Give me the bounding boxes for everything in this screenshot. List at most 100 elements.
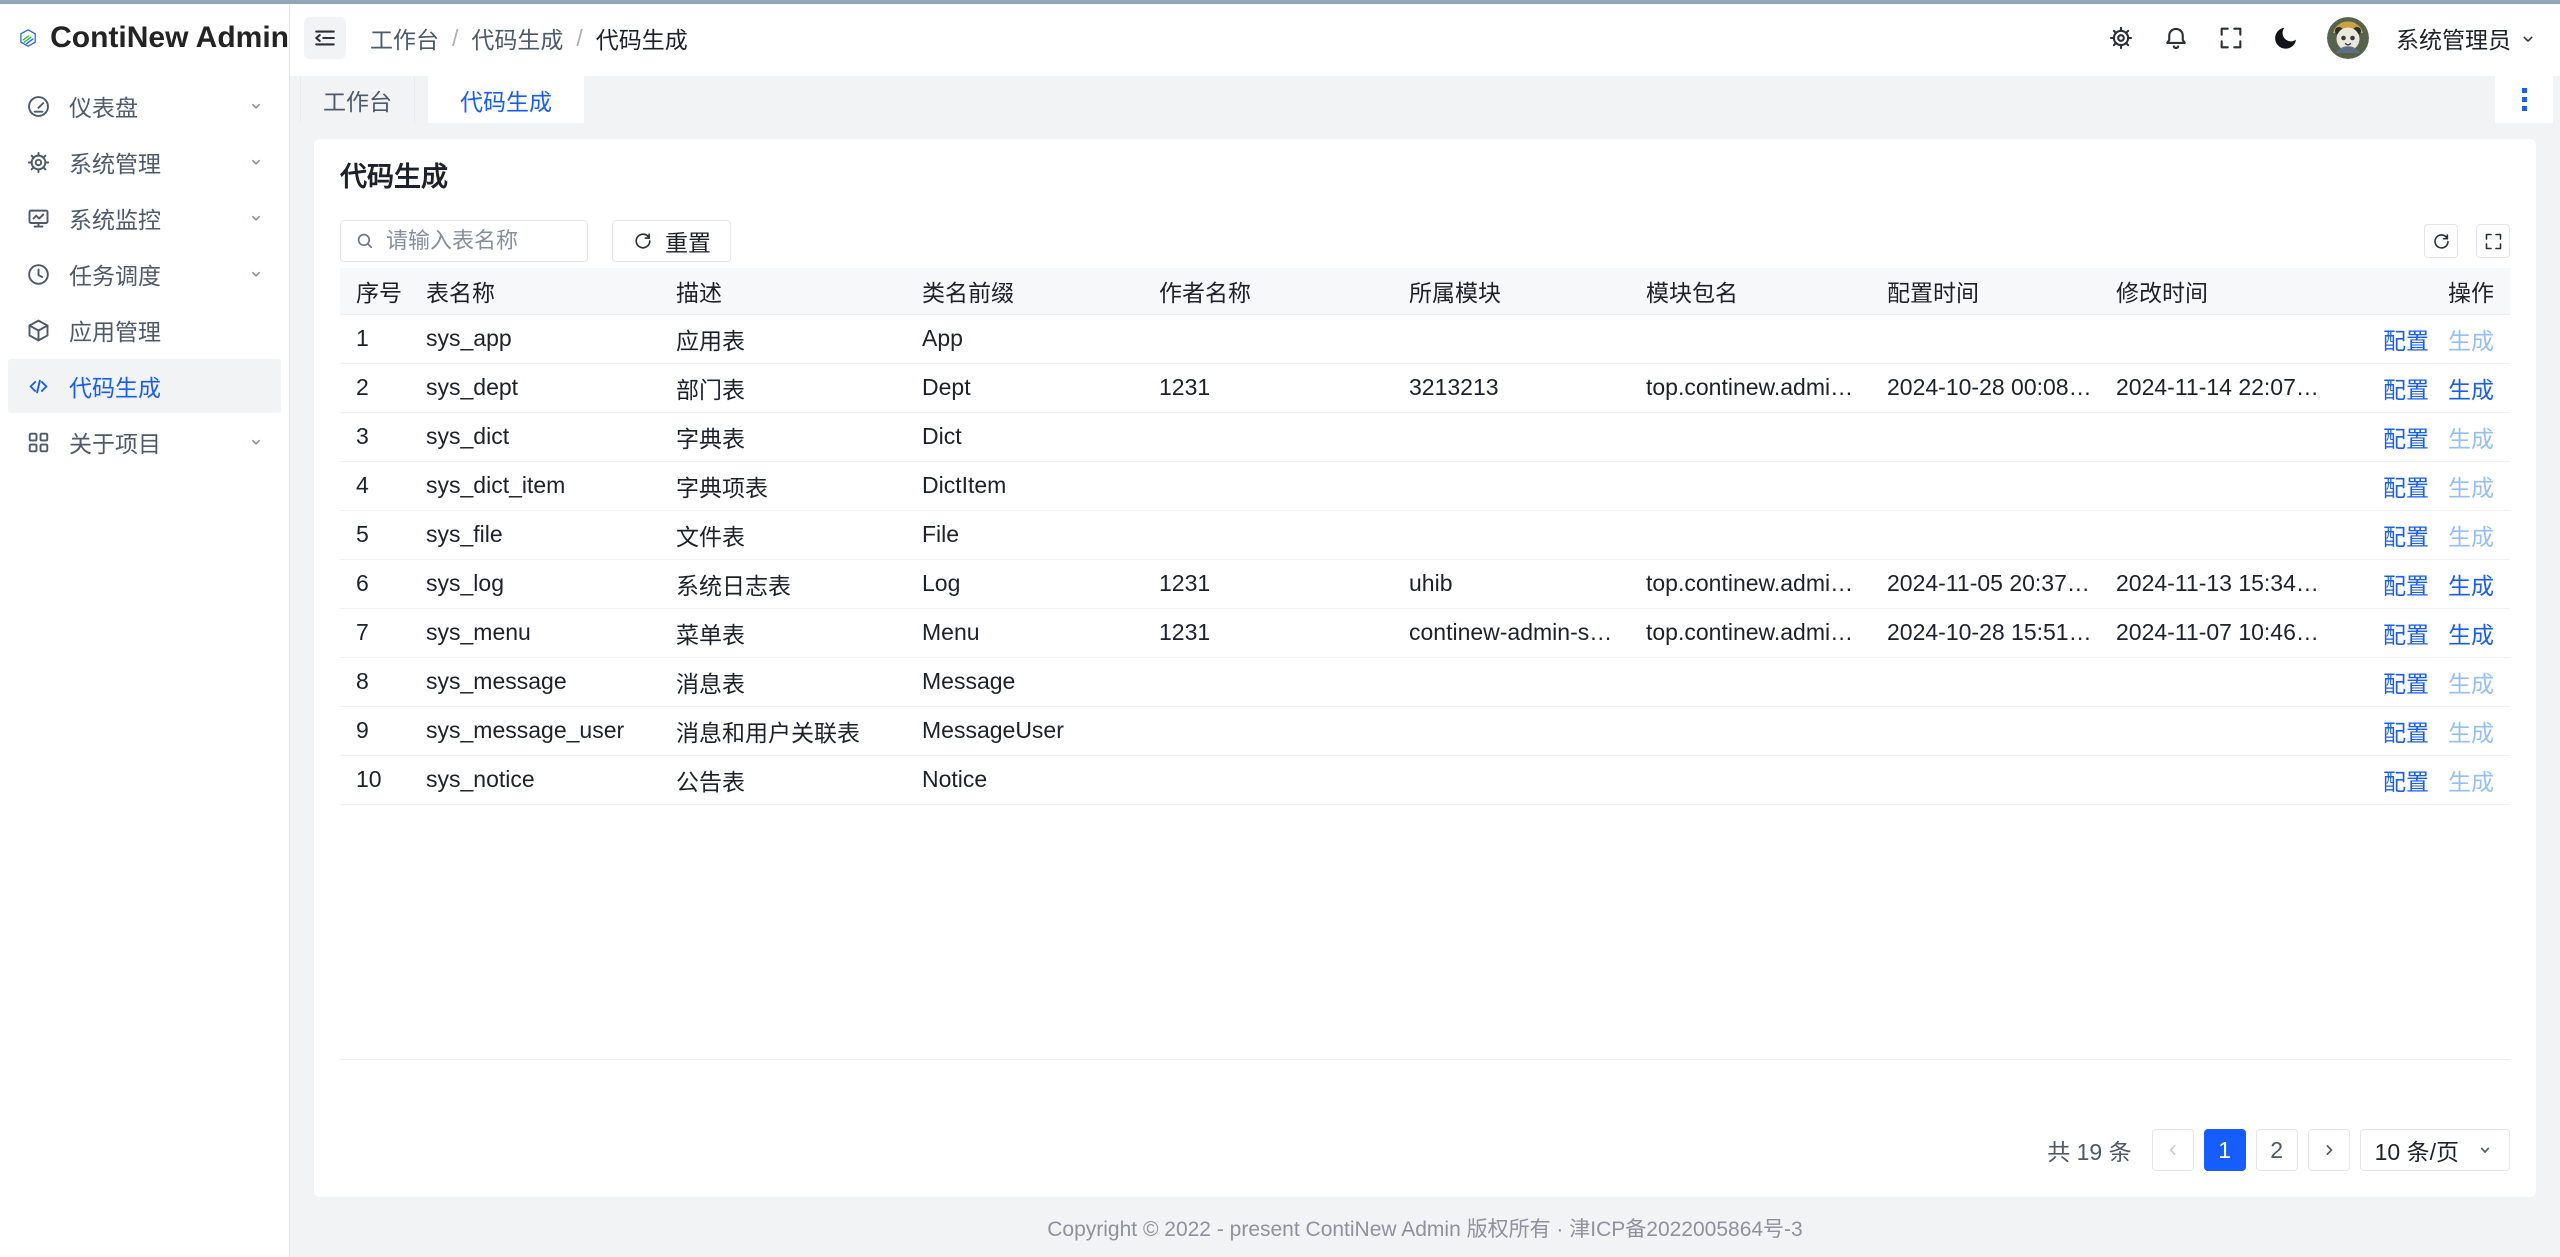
avatar[interactable] [2327, 17, 2369, 59]
app-logo[interactable]: ContiNew Admin [0, 0, 289, 76]
generate-link[interactable]: 生成 [2448, 573, 2494, 599]
cell-config_time [1871, 755, 2100, 804]
config-link[interactable]: 配置 [2383, 426, 2429, 452]
more-vertical-icon [2522, 88, 2527, 93]
content-area: 代码生成 重置 [290, 123, 2560, 1199]
sidebar-collapse-button[interactable] [304, 17, 346, 59]
generate-link[interactable]: 生成 [2448, 328, 2494, 354]
bell-icon[interactable] [2162, 24, 2190, 52]
breadcrumb-separator: / [452, 25, 458, 52]
cell-no: 9 [340, 706, 410, 755]
table-row: 2sys_dept部门表Dept12313213213top.continew.… [340, 363, 2510, 412]
fullscreen-table-button[interactable] [2476, 224, 2510, 258]
cell-desc: 消息和用户关联表 [660, 706, 906, 755]
cell-author [1143, 314, 1393, 363]
config-link[interactable]: 配置 [2383, 475, 2429, 501]
generate-link[interactable]: 生成 [2448, 622, 2494, 648]
chevron-down-icon [245, 151, 267, 173]
settings-icon[interactable] [2107, 24, 2135, 52]
user-menu[interactable]: 系统管理员 [2396, 21, 2538, 55]
table-row: 8sys_message消息表Message配置生成 [340, 657, 2510, 706]
cell-author [1143, 755, 1393, 804]
config-link[interactable]: 配置 [2383, 377, 2429, 403]
sidebar-item-task-schedule[interactable]: 任务调度 [8, 247, 281, 301]
chevron-right-icon [2319, 1140, 2339, 1160]
page-button-1[interactable]: 1 [2204, 1129, 2246, 1171]
config-link[interactable]: 配置 [2383, 573, 2429, 599]
generate-link[interactable]: 生成 [2448, 720, 2494, 746]
cell-config_time [1871, 657, 2100, 706]
column-header-desc: 描述 [660, 268, 906, 314]
cell-package: top.continew.admin.g... [1630, 363, 1871, 412]
sidebar-item-code-generation[interactable]: 代码生成 [8, 359, 281, 413]
breadcrumb-item[interactable]: 代码生成 [471, 21, 563, 55]
cell-no: 2 [340, 363, 410, 412]
sidebar-item-label: 仪表盘 [69, 89, 245, 123]
breadcrumb-item[interactable]: 工作台 [370, 21, 439, 55]
dark-mode-moon-icon[interactable] [2272, 24, 2300, 52]
search-input[interactable] [386, 228, 574, 254]
cell-package [1630, 461, 1871, 510]
sidebar-item-system-management[interactable]: 系统管理 [8, 135, 281, 189]
refresh-table-button[interactable] [2424, 224, 2458, 258]
cell-name: sys_file [410, 510, 660, 559]
generate-link[interactable]: 生成 [2448, 377, 2494, 403]
sidebar-item-dashboard[interactable]: 仪表盘 [8, 79, 281, 133]
cell-package [1630, 314, 1871, 363]
window-top-edge [0, 0, 2560, 4]
table-name-search[interactable] [340, 220, 588, 262]
table-header-row: 序号表名称描述类名前缀作者名称所属模块模块包名配置时间修改时间操作 [340, 268, 2510, 314]
cell-desc: 消息表 [660, 657, 906, 706]
cell-desc: 应用表 [660, 314, 906, 363]
cell-prefix: App [906, 314, 1143, 363]
sidebar-item-label: 关于项目 [69, 425, 245, 459]
config-link[interactable]: 配置 [2383, 671, 2429, 697]
chevron-left-icon [2163, 1140, 2183, 1160]
sidebar-item-label: 系统管理 [69, 145, 245, 179]
sidebar-item-system-monitor[interactable]: 系统监控 [8, 191, 281, 245]
cell-config_time [1871, 412, 2100, 461]
cell-module: uhib [1393, 559, 1630, 608]
config-link[interactable]: 配置 [2383, 769, 2429, 795]
next-page-button[interactable] [2308, 1129, 2350, 1171]
config-link[interactable]: 配置 [2383, 622, 2429, 648]
column-header-no: 序号 [340, 268, 410, 314]
cell-update_time: 2024-11-13 15:34:06 [2100, 559, 2329, 608]
config-link[interactable]: 配置 [2383, 328, 2429, 354]
cell-name: sys_menu [410, 608, 660, 657]
page-title: 代码生成 [340, 155, 2510, 194]
cell-no: 8 [340, 657, 410, 706]
generate-link[interactable]: 生成 [2448, 426, 2494, 452]
sidebar-item-label: 代码生成 [69, 369, 267, 403]
cell-package: top.continew.admin.g... [1630, 559, 1871, 608]
cell-desc: 公告表 [660, 755, 906, 804]
cell-update_time [2100, 706, 2329, 755]
generate-link[interactable]: 生成 [2448, 524, 2494, 550]
reset-button[interactable]: 重置 [612, 220, 731, 262]
sidebar-item-label: 应用管理 [69, 313, 267, 347]
prev-page-button[interactable] [2152, 1129, 2194, 1171]
page-button-2[interactable]: 2 [2256, 1129, 2298, 1171]
cell-no: 5 [340, 510, 410, 559]
config-link[interactable]: 配置 [2383, 524, 2429, 550]
cell-author: 1231 [1143, 608, 1393, 657]
cell-name: sys_notice [410, 755, 660, 804]
column-header-module: 所属模块 [1393, 268, 1630, 314]
generate-link[interactable]: 生成 [2448, 475, 2494, 501]
cell-module [1393, 314, 1630, 363]
page-size-select[interactable]: 10 条/页 [2360, 1129, 2510, 1171]
config-link[interactable]: 配置 [2383, 720, 2429, 746]
sidebar-item-app-management[interactable]: 应用管理 [8, 303, 281, 357]
tab-more-button[interactable] [2495, 76, 2553, 123]
fullscreen-icon[interactable] [2217, 24, 2245, 52]
tab-code-generation[interactable]: 代码生成 [428, 76, 584, 123]
cell-name: sys_app [410, 314, 660, 363]
tab-workbench[interactable]: 工作台 [300, 76, 415, 123]
generate-link[interactable]: 生成 [2448, 671, 2494, 697]
generate-link[interactable]: 生成 [2448, 769, 2494, 795]
more-vertical-icon [2522, 97, 2527, 102]
codegen-table: 序号表名称描述类名前缀作者名称所属模块模块包名配置时间修改时间操作 1sys_a… [340, 268, 2510, 805]
refresh-icon [632, 230, 654, 252]
sidebar-item-about-project[interactable]: 关于项目 [8, 415, 281, 469]
breadcrumb-item-current: 代码生成 [596, 21, 688, 55]
